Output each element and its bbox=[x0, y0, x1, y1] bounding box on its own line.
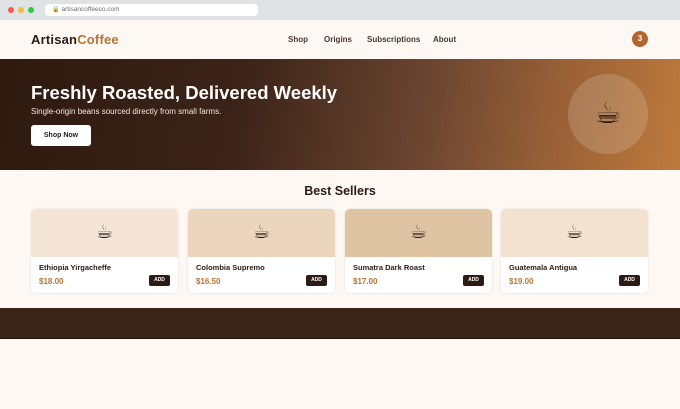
nav-link-origins[interactable]: Origins bbox=[324, 35, 352, 44]
nav-link-shop[interactable]: Shop bbox=[288, 35, 308, 44]
product-card[interactable]: ☕ Colombia Supremo $16.50 ADD bbox=[188, 209, 335, 293]
site-footer bbox=[0, 308, 680, 339]
add-to-cart-button[interactable]: ADD bbox=[619, 275, 640, 286]
nav-link-subscriptions[interactable]: Subscriptions bbox=[367, 35, 420, 44]
product-name[interactable]: Colombia Supremo bbox=[196, 263, 265, 272]
product-card[interactable]: ☕ Sumatra Dark Roast $17.00 ADD bbox=[345, 209, 492, 293]
product-price: $16.50 bbox=[196, 277, 221, 286]
maximize-window-icon[interactable] bbox=[28, 7, 34, 13]
logo-coffee: Coffee bbox=[77, 32, 119, 47]
add-to-cart-button[interactable]: ADD bbox=[463, 275, 484, 286]
site-header: ArtisanCoffee Shop Origins Subscriptions… bbox=[0, 20, 680, 59]
browser-chrome: 🔒 artisancoffeeco.com bbox=[0, 0, 680, 20]
coffee-cup-icon: ☕ bbox=[31, 209, 178, 257]
product-card[interactable]: ☕ Guatemala Antigua $19.00 ADD bbox=[501, 209, 648, 293]
product-name[interactable]: Sumatra Dark Roast bbox=[353, 263, 425, 272]
close-window-icon[interactable] bbox=[8, 7, 14, 13]
product-price: $18.00 bbox=[39, 277, 64, 286]
nav-link-about[interactable]: About bbox=[433, 35, 456, 44]
lock-icon: 🔒 bbox=[52, 7, 60, 13]
coffee-cup-icon: ☕ bbox=[501, 209, 648, 257]
hero-subtitle: Single-origin beans sourced directly fro… bbox=[31, 107, 222, 116]
url-text: artisancoffeeco.com bbox=[61, 6, 120, 13]
logo-artisan: Artisan bbox=[31, 32, 78, 47]
coffee-cup-icon: ☕ bbox=[188, 209, 335, 257]
hero-title: Freshly Roasted, Delivered Weekly bbox=[31, 82, 338, 103]
product-name[interactable]: Ethiopia Yirgacheffe bbox=[39, 263, 111, 272]
product-price: $17.00 bbox=[353, 277, 378, 286]
coffee-cup-icon: ☕ bbox=[568, 74, 648, 154]
address-bar[interactable]: 🔒 artisancoffeeco.com bbox=[45, 4, 258, 16]
product-price: $19.00 bbox=[509, 277, 534, 286]
product-name[interactable]: Guatemala Antigua bbox=[509, 263, 577, 272]
add-to-cart-button[interactable]: ADD bbox=[306, 275, 327, 286]
hero-banner: Freshly Roasted, Delivered Weekly Single… bbox=[0, 59, 680, 170]
cart-badge-button[interactable]: 3 bbox=[632, 31, 648, 47]
product-card[interactable]: ☕ Ethiopia Yirgacheffe $18.00 ADD bbox=[31, 209, 178, 293]
best-sellers-heading: Best Sellers bbox=[304, 184, 376, 198]
add-to-cart-button[interactable]: ADD bbox=[149, 275, 170, 286]
shop-now-button[interactable]: Shop Now bbox=[31, 125, 91, 146]
site-logo[interactable]: ArtisanCoffee bbox=[31, 32, 119, 47]
coffee-cup-icon: ☕ bbox=[345, 209, 492, 257]
minimize-window-icon[interactable] bbox=[18, 7, 24, 13]
